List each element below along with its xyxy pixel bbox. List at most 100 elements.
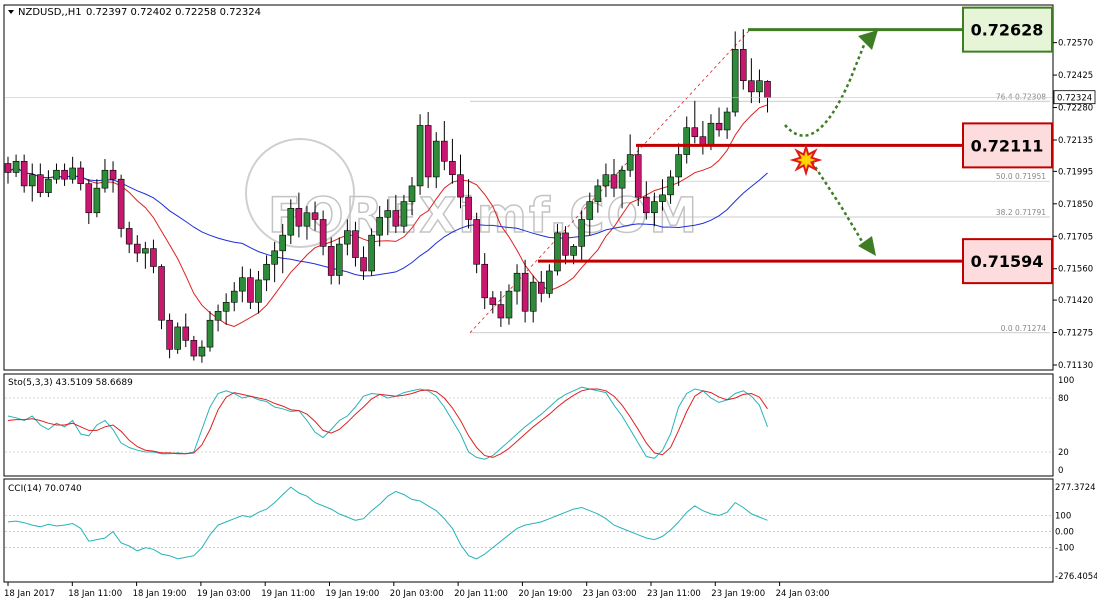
symbol-label: NZDUSD,,H1 — [18, 7, 82, 18]
candle-body — [715, 122, 723, 131]
time-axis-label: 23 Jan 11:00 — [647, 589, 701, 599]
candle-body — [368, 234, 375, 272]
candle — [174, 322, 181, 354]
candle-body — [424, 125, 432, 178]
candle-body — [529, 281, 537, 312]
candle-body — [117, 178, 125, 229]
candle-body — [166, 319, 173, 350]
candle-body — [667, 176, 674, 196]
candle-body — [570, 246, 577, 256]
fib-level-label: 50.0 0.71951 — [996, 172, 1046, 181]
cci-axis-label: 100 — [1055, 512, 1071, 522]
time-axis-label: 23 Jan 19:00 — [711, 589, 765, 599]
candle-body — [190, 340, 198, 357]
candle-body — [20, 160, 28, 187]
level-value: 0.71594 — [971, 252, 1044, 271]
time-axis-label: 18 Jan 11:00 — [68, 589, 122, 599]
candle-body — [311, 212, 319, 220]
candle-body — [182, 326, 190, 341]
candle — [634, 145, 642, 207]
time-axis-label: 18 Jan 19:00 — [133, 589, 187, 599]
candle-body — [400, 201, 408, 227]
stochastic-label: Sto(5,3,3) 43.5109 58.6689 — [8, 378, 133, 388]
candle-body — [602, 174, 610, 187]
candle-body — [150, 248, 157, 267]
candle-body — [287, 207, 295, 236]
candle-body — [61, 169, 68, 180]
cci-panel-frame — [3, 478, 1054, 583]
level-value: 0.72628 — [971, 21, 1044, 40]
candle-body — [748, 80, 755, 93]
price-axis-label: 0.71850 — [1058, 200, 1093, 210]
cci-axis-label: -100 — [1055, 544, 1074, 554]
candle-body — [295, 207, 303, 227]
stochastic-axis-label: 20 — [1058, 448, 1069, 458]
price-axis-label: 0.71420 — [1058, 296, 1093, 306]
time-axis-label: 23 Jan 03:00 — [583, 589, 637, 599]
fib-level-label: 38.2 0.71791 — [996, 208, 1046, 217]
candle-body — [4, 163, 12, 173]
candle-body — [594, 185, 602, 202]
candle-body — [723, 111, 731, 131]
candle-body — [473, 219, 480, 265]
candle-body — [239, 277, 246, 292]
candle-body — [174, 326, 181, 350]
fib-level-label: 0.0 0.71274 — [1001, 324, 1047, 333]
candle-body — [546, 270, 553, 294]
candle-body — [675, 154, 682, 178]
candle-body — [489, 297, 497, 305]
candle-body — [659, 194, 666, 202]
cci-label: CCI(14) 70.0740 — [8, 484, 82, 494]
candle-body — [643, 196, 650, 214]
candle-body — [505, 290, 513, 319]
candle-body — [408, 185, 416, 202]
time-axis-label: 18 Jan 2017 — [4, 589, 55, 599]
candle-body — [497, 304, 505, 319]
watermark-text: FOREXimf.COM — [268, 188, 699, 244]
candle-body — [432, 140, 440, 178]
cci-axis-label: 277.3724 — [1055, 483, 1096, 493]
candle-body — [214, 310, 222, 321]
candle-body — [142, 248, 149, 254]
candle-body — [279, 234, 287, 252]
candle-body — [392, 210, 400, 227]
time-axis-label: 19 Jan 11:00 — [261, 589, 315, 599]
candle-body — [449, 160, 456, 176]
candle-body — [626, 154, 634, 171]
candle-body — [335, 243, 343, 276]
time-axis-label: 19 Jan 19:00 — [326, 589, 380, 599]
candle — [416, 114, 424, 195]
candle-body — [481, 263, 489, 299]
candle-body — [376, 216, 383, 236]
candle-body — [77, 167, 85, 184]
fib-level-label: 76.4 0.72308 — [996, 92, 1046, 101]
candle-body — [109, 169, 117, 180]
time-axis-label: 20 Jan 11:00 — [454, 589, 508, 599]
candle-body — [53, 169, 60, 180]
candle-body — [352, 230, 359, 258]
stochastic-axis-label: 80 — [1058, 394, 1069, 404]
candle-body — [586, 201, 594, 220]
candle-body — [198, 346, 206, 357]
candle-body — [206, 319, 214, 348]
candle-body — [125, 228, 133, 245]
candle-body — [37, 174, 44, 193]
candle-body — [12, 160, 20, 173]
candle-body — [610, 174, 618, 189]
price-axis-label: 0.71560 — [1058, 265, 1093, 275]
level-value: 0.72111 — [971, 136, 1044, 155]
candle-body — [344, 230, 351, 245]
candle-body — [513, 272, 521, 292]
candle-body — [416, 125, 424, 187]
candle-body — [327, 246, 335, 276]
price-axis-label: 0.72570 — [1058, 39, 1093, 49]
current-price-label: 0.72324 — [1057, 94, 1092, 104]
price-axis-label: 0.72280 — [1058, 104, 1093, 114]
candle-body — [360, 257, 367, 272]
price-axis-label: 0.71275 — [1058, 329, 1093, 339]
candle — [117, 174, 125, 238]
candle-body — [441, 140, 448, 162]
stochastic-axis-label: 100 — [1058, 376, 1074, 386]
stochastic-axis-label: 0 — [1058, 466, 1063, 476]
candle-body — [756, 80, 763, 93]
